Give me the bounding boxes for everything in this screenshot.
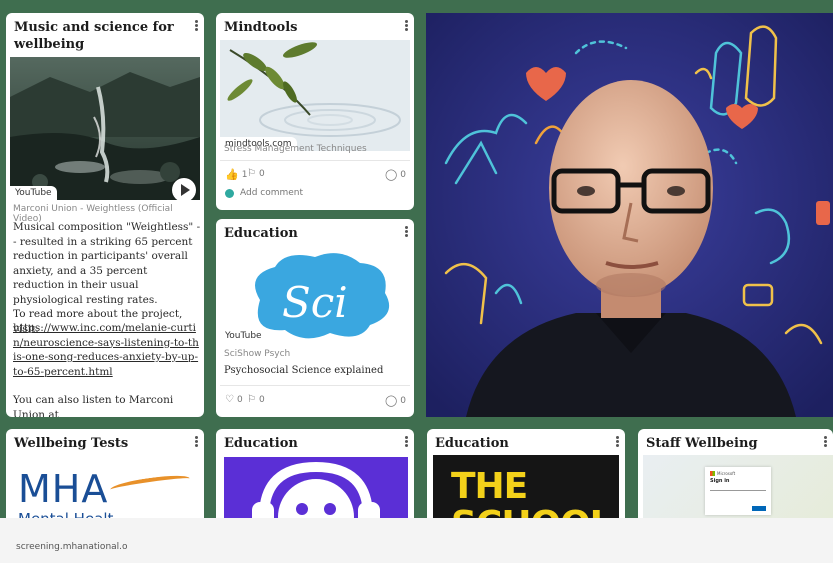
like-count: 0 — [236, 394, 243, 405]
dislike-reaction[interactable]: ⚐ 0 — [247, 168, 265, 179]
signin-heading: Sign in — [710, 478, 730, 484]
microsoft-logo: Microsoft — [710, 471, 766, 476]
hero-image[interactable] — [426, 13, 833, 417]
source-badge: YouTube — [10, 186, 57, 200]
comment-icon: ◯ — [384, 394, 398, 407]
more-options-icon[interactable] — [405, 436, 409, 448]
waterfall-image — [10, 57, 200, 200]
card-mindtools[interactable]: Mindtools mindtools.com Stress Managemen… — [216, 13, 414, 210]
more-options-icon[interactable] — [405, 20, 409, 32]
avatar-icon — [225, 188, 234, 198]
link-preview-image[interactable]: MHA Mental Healt — [10, 456, 200, 526]
divider — [220, 385, 410, 386]
divider — [220, 160, 410, 161]
listen-text: You can also listen to Marconi Union at — [13, 394, 174, 417]
thumbs-up-icon: 👍 — [225, 168, 239, 181]
signin-next-button — [752, 506, 766, 511]
dislike-count: 0 — [258, 168, 265, 179]
like-reaction[interactable]: ♡ 0 — [225, 394, 243, 405]
card-title: Wellbeing Tests — [14, 436, 129, 451]
link-caption: Psychosocial Science explained — [224, 365, 384, 376]
school-title-line-1: THE — [451, 466, 528, 507]
description-text: Musical composition "Weightless" -- resu… — [13, 221, 201, 306]
card-title: Education — [224, 226, 298, 241]
card-title: Music and science for wellbeing — [14, 20, 174, 52]
signin-input — [710, 487, 766, 491]
play-icon[interactable] — [172, 178, 196, 200]
signin-dialog: Microsoft Sign in — [705, 467, 771, 515]
add-comment-button[interactable]: Add comment — [225, 188, 303, 198]
add-comment-label: Add comment — [240, 188, 304, 198]
mha-url[interactable]: screening.mhanational.o — [16, 542, 128, 552]
svg-text:Sci: Sci — [282, 278, 348, 327]
more-options-icon[interactable] — [195, 20, 199, 32]
source-badge: YouTube — [220, 329, 267, 343]
comments-count[interactable]: ◯ 0 — [385, 168, 406, 181]
comment-icon: ◯ — [384, 168, 398, 181]
link-caption: Stress Management Techniques — [224, 144, 367, 154]
card-music-science[interactable]: Music and science for wellbeing YouTube — [6, 13, 204, 417]
mha-logo-text: MHA — [18, 467, 109, 511]
more-options-icon[interactable] — [616, 436, 620, 448]
thumbs-up-icon: ♡ — [225, 394, 234, 405]
card-title: Mindtools — [224, 20, 298, 35]
link-preview-image[interactable]: mindtools.com — [220, 40, 410, 151]
link-preview-footer: screening.mhanational.o — [0, 518, 833, 563]
card-title: Education — [435, 436, 509, 451]
like-reaction[interactable]: 👍 1 — [225, 168, 247, 181]
card-title: Staff Wellbeing — [646, 436, 758, 451]
comments-count[interactable]: ◯ 0 — [385, 394, 406, 407]
thumbs-down-icon: ⚐ — [247, 394, 256, 405]
mha-swoosh — [109, 472, 191, 496]
thumbs-down-icon: ⚐ — [247, 168, 256, 179]
more-options-icon[interactable] — [405, 226, 409, 238]
article-link[interactable]: https://www.inc.com/melanie-curtin/neuro… — [13, 321, 199, 379]
card-education-sci[interactable]: Education Sci YouTube SciShow Psych Psyc… — [216, 219, 414, 417]
link-preview-image[interactable]: Sci YouTube — [220, 245, 410, 343]
card-title: Education — [224, 436, 298, 451]
video-thumbnail[interactable]: YouTube — [10, 57, 200, 200]
dislike-reaction[interactable]: ⚐ 0 — [247, 394, 265, 405]
more-options-icon[interactable] — [195, 436, 199, 448]
leaf-water-image — [220, 40, 410, 151]
dislike-count: 0 — [258, 394, 265, 405]
person-portrait-image — [426, 13, 833, 417]
more-options-icon[interactable] — [824, 436, 828, 448]
channel-name: SciShow Psych — [224, 349, 291, 359]
